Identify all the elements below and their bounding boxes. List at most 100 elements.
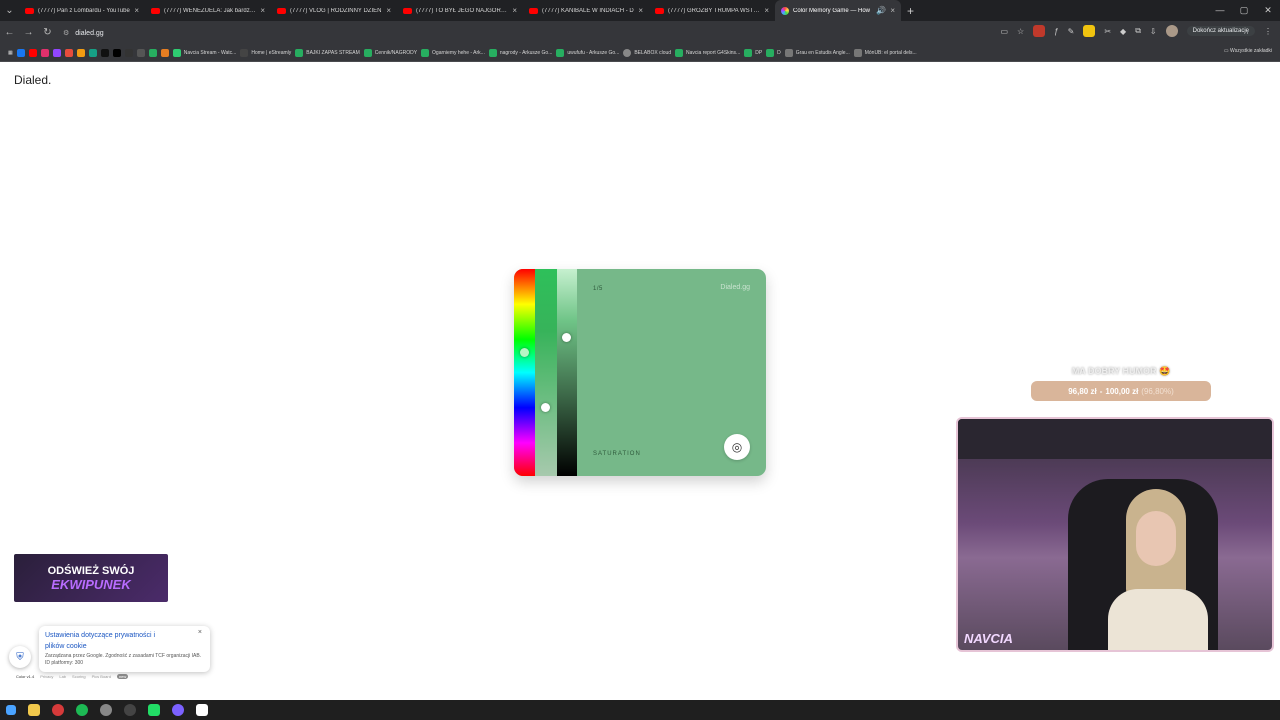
bookmark-favicon-icon[interactable] <box>40 48 49 57</box>
terminal-icon[interactable] <box>148 704 160 716</box>
os-taskbar <box>0 700 1280 720</box>
footer-link-board[interactable]: Pics Board <box>92 674 111 679</box>
close-tab-icon[interactable]: × <box>386 6 391 15</box>
promo-banner[interactable]: ODŚWIEŻ SWÓJ EKWIPUNEK <box>14 554 168 602</box>
bookmark-item[interactable]: Ogarniemy hehe - Ark... <box>421 48 485 57</box>
footer-link-lab[interactable]: Lab <box>59 674 66 679</box>
saturation-slider-handle[interactable] <box>541 403 550 412</box>
chrome-icon[interactable] <box>100 704 112 716</box>
lightness-slider-handle[interactable] <box>562 333 571 342</box>
discord-icon[interactable] <box>172 704 184 716</box>
bookmark-favicon-icon <box>556 48 565 57</box>
all-bookmarks-button[interactable]: ▭ Wszystkie zakładki <box>1224 48 1272 54</box>
back-icon[interactable]: ← <box>0 27 19 38</box>
close-window-icon[interactable]: ✕ <box>1256 0 1280 21</box>
update-button[interactable]: Dokończ aktualizację <box>1186 26 1255 36</box>
bookmark-favicon-icon[interactable] <box>100 48 109 57</box>
streamer-name: NAVCIA <box>964 631 1013 646</box>
bookmark-favicon-icon[interactable] <box>76 48 85 57</box>
bookmark-item[interactable]: BELABOX cloud <box>623 48 671 57</box>
browser-tab[interactable]: (7777) VLOG | RODZINNY DZIEŃ × <box>271 0 397 21</box>
extension-icon[interactable]: ◆ <box>1120 27 1126 36</box>
cast-icon[interactable]: ▭ <box>1000 27 1008 36</box>
hue-slider[interactable] <box>514 269 535 476</box>
bookmark-item[interactable]: D <box>766 48 781 57</box>
site-logo[interactable]: Dialed. <box>14 73 51 87</box>
browser-tab-active[interactable]: Color Memory Game — How 🔊 × <box>775 0 901 21</box>
audio-icon[interactable]: 🔊 <box>876 6 886 15</box>
youtube-icon <box>403 7 412 14</box>
lightness-slider[interactable] <box>557 269 577 476</box>
youtube-icon <box>655 7 664 14</box>
bookmark-item[interactable]: Navcia Stream - Watc... <box>172 48 236 57</box>
bookmark-item[interactable]: uwufufu - Arkusze Go... <box>556 48 619 57</box>
bookmark-favicon-icon[interactable] <box>160 48 169 57</box>
bookmark-favicon-icon[interactable] <box>52 48 61 57</box>
footer-link-scoring[interactable]: Scoring <box>72 674 86 679</box>
tab-search-icon[interactable]: ⌄ <box>0 5 19 16</box>
minimize-icon[interactable]: — <box>1208 0 1232 21</box>
bookmark-item[interactable]: BAJKI ZAPAS STREAM <box>295 48 360 57</box>
bookmark-item[interactable]: nagrody - Arkusze Go... <box>488 48 552 57</box>
spotify-icon[interactable] <box>76 704 88 716</box>
extension-icon[interactable]: ƒ <box>1054 27 1058 36</box>
hue-slider-handle[interactable] <box>520 348 529 357</box>
extension-icon[interactable] <box>1033 25 1046 37</box>
bookmark-favicon-icon[interactable] <box>16 48 25 57</box>
close-tab-icon[interactable]: × <box>638 6 643 15</box>
extensions-puzzle-icon[interactable]: ⧉ <box>1135 26 1141 36</box>
close-tab-icon[interactable]: × <box>890 6 895 15</box>
bookmark-item[interactable]: Grau en Estudis Angle... <box>784 48 850 57</box>
bookmark-item[interactable]: DP <box>744 48 762 57</box>
url-field[interactable]: ⚙ dialed.gg <box>63 29 104 37</box>
profile-avatar[interactable] <box>1165 25 1178 37</box>
bookmark-favicon-icon[interactable] <box>112 48 121 57</box>
browser-tab[interactable]: (7777) TO BYŁ JEGO NAJGORSZY × <box>397 0 523 21</box>
bookmark-favicon-icon[interactable] <box>28 48 37 57</box>
browser-tab[interactable]: (7777) WENEZUELA: Jak bardzo jest × <box>145 0 271 21</box>
close-icon[interactable]: × <box>198 629 202 636</box>
bookmark-item[interactable]: Navcia report G4Skins... <box>675 48 740 57</box>
cookie-title-link[interactable]: Ustawienia dotyczące prywatności i plikó… <box>45 630 175 652</box>
close-tab-icon[interactable]: × <box>134 6 139 15</box>
bookmark-item[interactable]: MónUB: el portal dels... <box>853 48 917 57</box>
bookmark-favicon-icon[interactable] <box>64 48 73 57</box>
downloads-icon[interactable]: ⇩ <box>1150 27 1157 36</box>
submit-guess-button[interactable]: ◎ <box>724 434 750 460</box>
bookmark-favicon-icon[interactable] <box>136 48 145 57</box>
app-icon[interactable] <box>196 704 208 716</box>
bookmark-favicon-icon <box>744 48 753 57</box>
bookmark-favicon-icon[interactable] <box>124 48 133 57</box>
browser-tab[interactable]: (7777) GROŹBY TRUMPA WSTRZĄ × <box>649 0 775 21</box>
apps-grid-icon[interactable]: ▦ <box>8 50 13 56</box>
reload-icon[interactable]: ↻ <box>38 27 57 38</box>
extension-icon[interactable] <box>1083 25 1096 37</box>
bookmark-star-icon[interactable]: ☆ <box>1017 27 1024 36</box>
browser-tab[interactable]: (7777) Pan z Lombardu - YouTube × <box>19 0 145 21</box>
close-tab-icon[interactable]: × <box>260 6 265 15</box>
extension-icon[interactable]: ✎ <box>1068 27 1075 36</box>
bookmark-item[interactable]: Cennik/NAGRODY <box>363 48 417 57</box>
windows-start-icon[interactable] <box>6 705 16 715</box>
footer-link-privacy[interactable]: Privacy <box>40 674 53 679</box>
menu-kebab-icon[interactable]: ⋮ <box>1264 27 1272 36</box>
bookmark-favicon-icon[interactable] <box>148 48 157 57</box>
site-info-icon[interactable]: ⚙ <box>63 30 69 37</box>
forward-icon[interactable]: → <box>19 27 38 38</box>
privacy-shield-icon[interactable]: ⛨ <box>9 646 31 668</box>
maximize-icon[interactable]: ▢ <box>1232 0 1256 21</box>
youtube-icon <box>529 7 538 14</box>
opera-icon[interactable] <box>52 704 64 716</box>
bookmark-favicon-icon[interactable] <box>88 48 97 57</box>
saturation-slider[interactable] <box>535 269 557 476</box>
file-explorer-icon[interactable] <box>28 704 40 716</box>
webcam-streamer <box>1108 489 1208 650</box>
bookmark-item[interactable]: Home | eStreamly <box>240 48 291 57</box>
close-tab-icon[interactable]: × <box>764 6 769 15</box>
browser-tab[interactable]: (7777) KANIBALE W INDIACH - D × <box>523 0 649 21</box>
close-tab-icon[interactable]: × <box>512 6 517 15</box>
new-tab-icon[interactable]: + <box>907 4 914 18</box>
extension-icon[interactable]: ✂ <box>1104 27 1111 36</box>
obs-icon[interactable] <box>124 704 136 716</box>
color-picker-card: 1/5 Dialed.gg SATURATION ◎ <box>514 269 766 476</box>
